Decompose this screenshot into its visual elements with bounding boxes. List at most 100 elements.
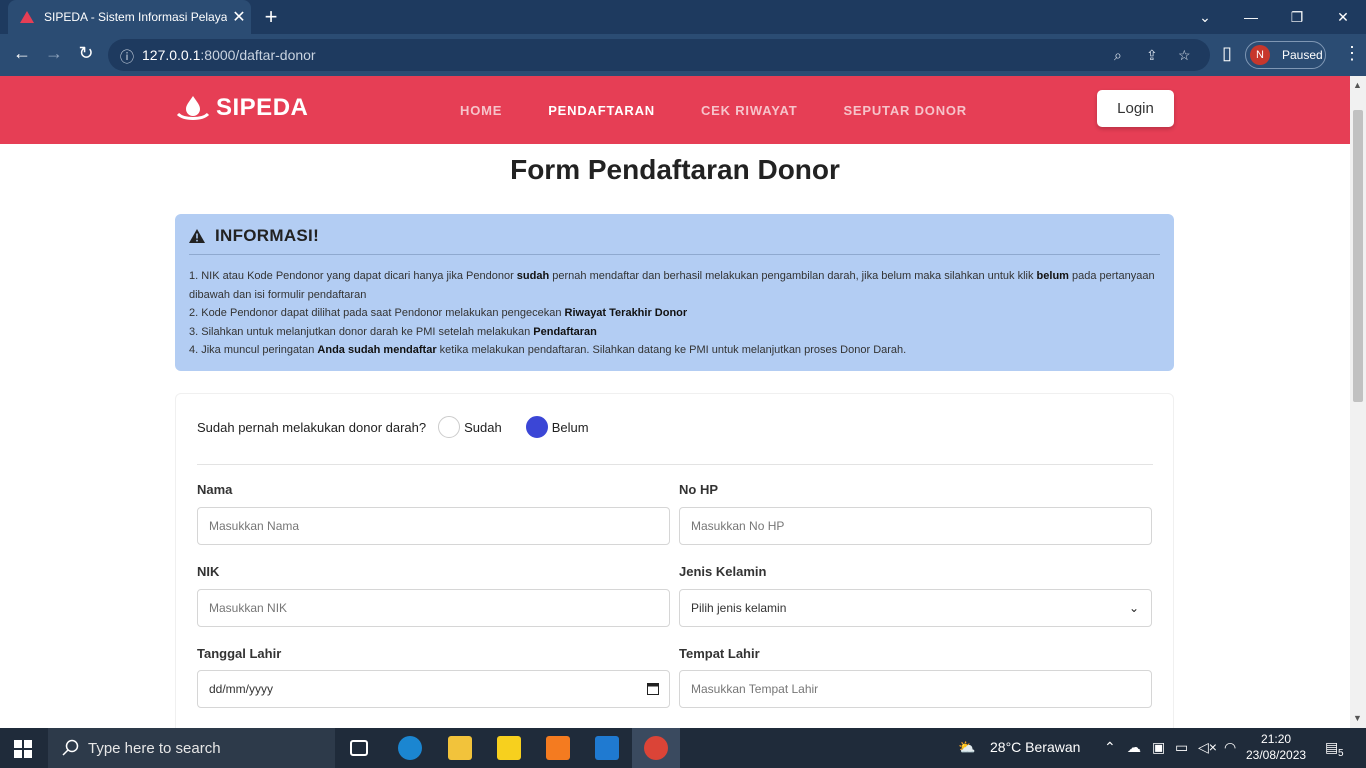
- tempat-lahir-label: Tempat Lahir: [679, 646, 760, 661]
- blood-drop-icon: [176, 96, 210, 120]
- warning-icon: [189, 229, 205, 243]
- weather-text[interactable]: 28°C Berawan: [990, 739, 1080, 755]
- page-viewport: SIPEDA HOME PENDAFTARAN CEK RIWAYAT SEPU…: [0, 76, 1350, 728]
- sticky-notes-icon[interactable]: [497, 736, 521, 760]
- page-scrollbar[interactable]: ▲ ▼: [1350, 76, 1366, 728]
- radio-belum-label[interactable]: Belum: [552, 420, 589, 435]
- tempat-lahir-input[interactable]: Masukkan Tempat Lahir: [679, 670, 1152, 708]
- chrome-icon[interactable]: [644, 736, 668, 760]
- scroll-thumb[interactable]: [1353, 110, 1363, 402]
- calendar-icon[interactable]: [647, 682, 659, 695]
- share-icon[interactable]: ⇪: [1146, 47, 1158, 64]
- nav-home[interactable]: HOME: [460, 103, 502, 118]
- browser-tab[interactable]: SIPEDA - Sistem Informasi Pelaya ✕: [8, 0, 251, 34]
- window-close-icon[interactable]: ✕: [1320, 0, 1366, 34]
- info-alert: INFORMASI! 1. NIK atau Kode Pendonor yan…: [175, 214, 1174, 371]
- nama-input[interactable]: Masukkan Nama: [197, 507, 670, 545]
- forward-icon[interactable]: →: [42, 43, 66, 64]
- radio-sudah[interactable]: [438, 416, 461, 438]
- xampp-icon[interactable]: [546, 736, 570, 760]
- sipeda-favicon-icon: [20, 11, 34, 23]
- donor-history-question: Sudah pernah melakukan donor darah? Suda…: [197, 416, 613, 438]
- no-hp-label: No HP: [679, 482, 718, 497]
- alert-heading: INFORMASI!: [215, 226, 320, 245]
- new-tab-icon[interactable]: +: [260, 4, 282, 30]
- windows-taskbar: Type here to search ⛅ 28°C Berawan ⌃ ☁ ▣…: [0, 728, 1366, 768]
- search-icon: [62, 739, 79, 756]
- site-navbar: SIPEDA HOME PENDAFTARAN CEK RIWAYAT SEPU…: [0, 76, 1350, 144]
- brand-name: SIPEDA: [216, 94, 309, 121]
- info-line-4: 4. Jika muncul peringatan Anda sudah men…: [189, 344, 907, 357]
- profile-status: Paused: [1282, 48, 1323, 62]
- clock-date: 23/08/2023: [1246, 748, 1307, 762]
- jenis-kelamin-label: Jenis Kelamin: [679, 564, 767, 579]
- taskbar-search[interactable]: Type here to search: [48, 728, 335, 768]
- question-label: Sudah pernah melakukan donor darah?: [197, 419, 427, 435]
- login-button[interactable]: Login: [1097, 90, 1174, 127]
- page-title: Form Pendaftaran Donor: [510, 154, 840, 185]
- nama-label: Nama: [197, 482, 233, 497]
- tray-chevron-up-icon[interactable]: ⌃: [1104, 739, 1116, 756]
- tanggal-lahir-label: Tanggal Lahir: [197, 646, 282, 661]
- brand-logo[interactable]: SIPEDA: [176, 94, 308, 122]
- url-host: 127.0.0.1: [142, 47, 201, 63]
- info-line-2: 2. Kode Pendonor dapat dilihat pada saat…: [189, 307, 688, 320]
- windows-start-icon[interactable]: [14, 740, 32, 758]
- restore-icon[interactable]: ❐: [1274, 0, 1320, 34]
- search-placeholder: Type here to search: [88, 739, 221, 757]
- scroll-up-icon[interactable]: ▲: [1353, 80, 1362, 90]
- radio-sudah-label[interactable]: Sudah: [464, 420, 502, 435]
- wifi-icon[interactable]: ◠: [1224, 739, 1236, 756]
- back-icon[interactable]: ←: [10, 43, 34, 64]
- main-menu: HOME PENDAFTARAN CEK RIWAYAT SEPUTAR DON…: [460, 103, 1013, 118]
- radio-belum[interactable]: [525, 416, 548, 438]
- file-explorer-icon[interactable]: [448, 736, 472, 760]
- url-bar[interactable]: ⓘ 127.0.0.1:8000/daftar-donor ⌕ ⇪ ☆: [108, 39, 1210, 71]
- browser-menu-icon[interactable]: ⋮: [1340, 43, 1364, 64]
- tab-search-chevron-icon[interactable]: ⌄: [1182, 0, 1228, 34]
- registration-form-card: Sudah pernah melakukan donor darah? Suda…: [175, 393, 1174, 728]
- no-hp-input[interactable]: Masukkan No HP: [679, 507, 1152, 545]
- clock[interactable]: 21:20 23/08/2023: [1246, 731, 1306, 763]
- browser-tab-strip: SIPEDA - Sistem Informasi Pelaya ✕ + ⌄ —…: [0, 0, 1366, 34]
- meet-icon[interactable]: ▣: [1152, 739, 1165, 756]
- bookmark-star-icon[interactable]: ☆: [1178, 47, 1191, 64]
- jenis-kelamin-select[interactable]: Pilih jenis kelamin ⌄: [679, 589, 1152, 627]
- notification-count: 5: [1338, 748, 1344, 759]
- chevron-down-icon: ⌄: [1128, 601, 1139, 615]
- zoom-icon[interactable]: ⌕: [1114, 47, 1122, 64]
- clock-time: 21:20: [1261, 732, 1292, 746]
- network-cloud-icon[interactable]: ☁: [1127, 739, 1141, 756]
- vscode-icon[interactable]: [595, 736, 619, 760]
- tanggal-lahir-value: dd/mm/yyyy: [209, 682, 274, 696]
- divider: [197, 464, 1153, 465]
- task-view-icon[interactable]: [350, 740, 368, 756]
- tab-close-icon[interactable]: ✕: [227, 7, 251, 27]
- browser-toolbar: ← → ↻ ⓘ 127.0.0.1:8000/daftar-donor ⌕ ⇪ …: [0, 34, 1366, 76]
- nav-pendaftaran[interactable]: PENDAFTARAN: [548, 103, 655, 118]
- battery-icon[interactable]: ▭: [1175, 739, 1188, 756]
- edge-icon[interactable]: [398, 736, 422, 760]
- site-info-icon[interactable]: ⓘ: [120, 47, 134, 67]
- info-line-1: 1. NIK atau Kode Pendonor yang dapat dic…: [189, 270, 1155, 301]
- scroll-down-icon[interactable]: ▼: [1353, 713, 1362, 723]
- minimize-icon[interactable]: —: [1228, 0, 1274, 34]
- nik-label: NIK: [197, 564, 220, 579]
- alert-header: INFORMASI!: [189, 226, 1160, 255]
- nav-cek-riwayat[interactable]: CEK RIWAYAT: [701, 103, 797, 118]
- tanggal-lahir-input[interactable]: dd/mm/yyyy: [197, 670, 670, 708]
- side-panel-icon[interactable]: ▯: [1215, 43, 1239, 64]
- nik-input[interactable]: Masukkan NIK: [197, 589, 670, 627]
- nav-seputar-donor[interactable]: SEPUTAR DONOR: [843, 103, 967, 118]
- tab-title: SIPEDA - Sistem Informasi Pelaya: [44, 10, 227, 24]
- profile-button[interactable]: N Paused: [1245, 41, 1326, 69]
- notification-icon[interactable]: ▤: [1325, 739, 1338, 756]
- weather-icon[interactable]: ⛅: [958, 739, 975, 756]
- alert-body: 1. NIK atau Kode Pendonor yang dapat dic…: [189, 267, 1160, 360]
- reload-icon[interactable]: ↻: [74, 43, 98, 64]
- avatar: N: [1250, 45, 1270, 65]
- jenis-kelamin-value: Pilih jenis kelamin: [691, 601, 787, 615]
- volume-icon[interactable]: ◁×: [1198, 739, 1217, 756]
- info-line-3: 3. Silahkan untuk melanjutkan donor dara…: [189, 325, 597, 338]
- url-path: :8000/daftar-donor: [200, 47, 316, 63]
